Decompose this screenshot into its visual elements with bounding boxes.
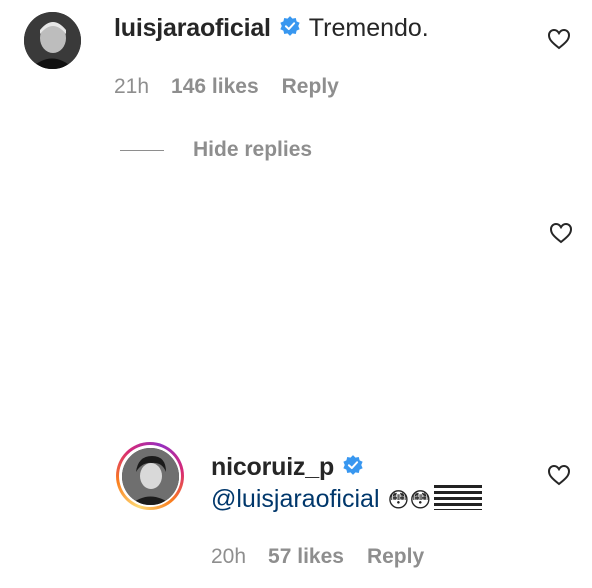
chinese-flag-emoji xyxy=(434,484,483,515)
avatar-story-ring-nicoruiz_p[interactable] xyxy=(116,442,184,510)
avatar-luisjaraoficial[interactable] xyxy=(24,12,81,69)
username-luisjaraoficial[interactable]: luisjaraoficial xyxy=(114,14,271,43)
comment-2-reply-button[interactable]: Reply xyxy=(367,545,424,569)
hide-replies-button[interactable]: Hide replies xyxy=(193,138,312,162)
like-hidden-reply-heart-icon[interactable] xyxy=(549,222,573,244)
flushed-face-emoji: 😳😳 xyxy=(387,487,432,512)
comment-2-header: nicoruiz_p xyxy=(211,453,364,482)
comment-1-time: 21h xyxy=(114,75,150,98)
comment-2-likes[interactable]: 57 likes xyxy=(268,545,344,569)
comment-1-text: Tremendo. xyxy=(308,14,429,42)
comment-2-meta: 20h 57 likes Reply xyxy=(211,545,424,569)
verified-badge-icon xyxy=(279,15,301,42)
comment-2-time: 20h xyxy=(211,545,247,568)
verified-badge-icon xyxy=(342,454,364,481)
username-nicoruiz_p[interactable]: nicoruiz_p xyxy=(211,453,334,482)
avatar-nicoruiz_p xyxy=(121,447,179,505)
comment-2-body: @luisjaraoficial 😳😳 xyxy=(211,484,483,515)
avatar-ring-inner xyxy=(119,445,181,507)
comment-1-likes[interactable]: 146 likes xyxy=(171,75,259,99)
comment-1-header: luisjaraoficial Tremendo. xyxy=(114,14,429,43)
replies-divider-line xyxy=(120,150,164,151)
comment-1-reply-button[interactable]: Reply xyxy=(282,75,339,99)
comment-1-meta: 21h 146 likes Reply xyxy=(114,75,339,99)
like-comment-2-heart-icon[interactable] xyxy=(547,464,571,486)
like-comment-1-heart-icon[interactable] xyxy=(547,28,571,50)
mention-luisjaraoficial[interactable]: @luisjaraoficial xyxy=(211,485,380,514)
